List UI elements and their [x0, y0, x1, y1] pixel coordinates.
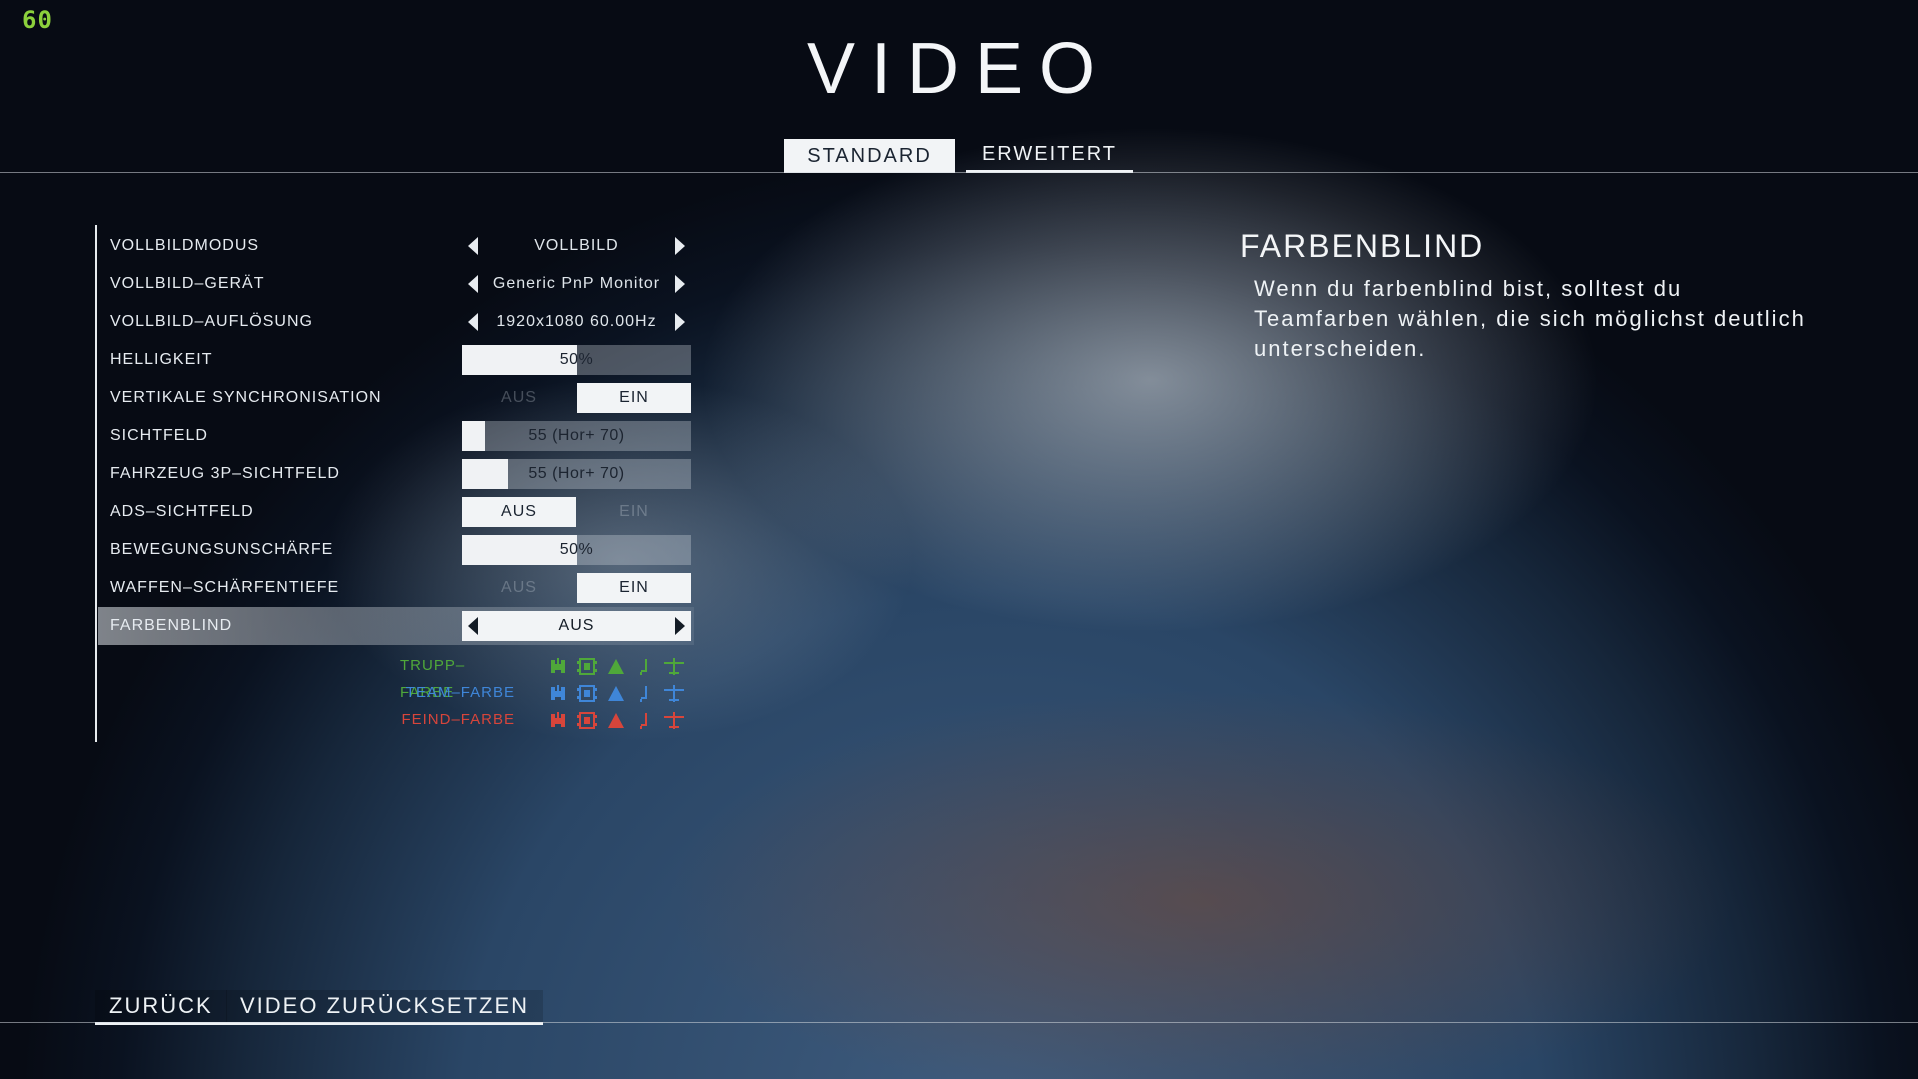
setting-vsync[interactable]: VERTIKALE SYNCHRONISATION AUS EIN: [98, 379, 694, 417]
infantry-icon: [608, 712, 624, 728]
selector-value: VOLLBILD: [534, 237, 619, 254]
toggle-option-aus[interactable]: AUS: [462, 573, 576, 603]
tab-erweitert[interactable]: ERWEITERT: [966, 139, 1133, 173]
setting-brightness[interactable]: HELLIGKEIT 50%: [98, 341, 694, 379]
arrow-left-icon[interactable]: [468, 617, 478, 635]
slider-track[interactable]: 50%: [462, 535, 691, 565]
setting-label: BEWEGUNGSUNSCHÄRFE: [110, 541, 334, 558]
setting-colorblind[interactable]: FARBENBLIND AUS: [98, 607, 694, 645]
plane-icon: [664, 711, 684, 729]
arrow-right-icon[interactable]: [675, 275, 685, 293]
fov-slider[interactable]: 55 (Hor+ 70): [462, 421, 691, 451]
tank-icon: [551, 711, 565, 727]
horse-icon: [640, 712, 647, 729]
setting-fullscreen-device[interactable]: VOLLBILD–GERÄT Generic PnP Monitor: [98, 265, 694, 303]
setting-label: HELLIGKEIT: [110, 351, 213, 368]
horse-icon: [640, 685, 647, 702]
setting-label: VOLLBILD–AUFLÖSUNG: [110, 313, 313, 330]
unit-icons: [548, 711, 684, 729]
toggle-option-ein[interactable]: EIN: [577, 497, 691, 527]
setting-vehicle-fov[interactable]: FAHRZEUG 3P–SICHTFELD 55 (Hor+ 70): [98, 455, 694, 493]
fullscreen-mode-selector[interactable]: VOLLBILD: [462, 231, 691, 261]
setting-label: FARBENBLIND: [110, 617, 233, 634]
setting-label: SICHTFELD: [110, 427, 208, 444]
arrow-left-icon[interactable]: [468, 275, 478, 293]
toggle-option-aus[interactable]: AUS: [462, 383, 576, 413]
setting-label: WAFFEN–SCHÄRFENTIEFE: [110, 579, 340, 596]
colorblind-selector[interactable]: AUS: [462, 611, 691, 641]
armored-car-icon: [577, 657, 597, 675]
resolution-selector[interactable]: 1920x1080 60.00Hz: [462, 307, 691, 337]
setting-fullscreen-mode[interactable]: VOLLBILDMODUS VOLLBILD: [98, 227, 694, 265]
weapon-dof-toggle[interactable]: AUS EIN: [462, 573, 691, 603]
back-button[interactable]: ZURÜCK: [95, 990, 227, 1025]
setting-label: ADS–SICHTFELD: [110, 503, 254, 520]
color-legend-label: TEAM–FARBE: [405, 684, 515, 701]
selector-value: Generic PnP Monitor: [492, 275, 661, 292]
setting-label: VOLLBILDMODUS: [110, 237, 260, 254]
unit-icons: [548, 657, 684, 675]
arrow-left-icon[interactable]: [468, 237, 478, 255]
setting-fullscreen-resolution[interactable]: VOLLBILD–AUFLÖSUNG 1920x1080 60.00Hz: [98, 303, 694, 341]
vsync-toggle[interactable]: AUS EIN: [462, 383, 691, 413]
footer-divider: [0, 1022, 1918, 1023]
plane-icon: [664, 657, 684, 675]
tank-icon: [551, 684, 565, 700]
help-description: Wenn du farbenblind bist, solltest du Te…: [1254, 276, 1806, 361]
infantry-icon: [608, 685, 624, 701]
toggle-option-ein[interactable]: EIN: [577, 573, 691, 603]
arrow-left-icon[interactable]: [468, 313, 478, 331]
toggle-group[interactable]: AUS EIN: [462, 573, 691, 603]
arrow-right-icon[interactable]: [675, 617, 685, 635]
horse-icon: [640, 658, 647, 675]
setting-motion-blur[interactable]: BEWEGUNGSUNSCHÄRFE 50%: [98, 531, 694, 569]
setting-label: VERTIKALE SYNCHRONISATION: [110, 389, 382, 406]
setting-ads-fov[interactable]: ADS–SICHTFELD AUS EIN: [98, 493, 694, 531]
slider-track[interactable]: 55 (Hor+ 70): [462, 421, 691, 451]
slider-value: 50%: [559, 351, 594, 368]
setting-label: VOLLBILD–GERÄT: [110, 275, 265, 292]
arrow-right-icon[interactable]: [675, 237, 685, 255]
armored-car-icon: [577, 711, 597, 729]
help-title: FARBENBLIND: [1240, 228, 1485, 264]
color-legend: TRUPP–FARBE TEAM–FARBE FEIND–FARBE: [400, 652, 700, 733]
tank-icon: [551, 657, 565, 673]
reset-video-button[interactable]: VIDEO ZURÜCKSETZEN: [226, 990, 544, 1025]
setting-fov[interactable]: SICHTFELD 55 (Hor+ 70): [98, 417, 694, 455]
toggle-group[interactable]: AUS EIN: [462, 383, 691, 413]
armored-car-icon: [577, 684, 597, 702]
color-legend-row-squad: TRUPP–FARBE: [400, 652, 700, 701]
slider-value: 55 (Hor+ 70): [528, 465, 625, 482]
color-legend-label: FEIND–FARBE: [401, 711, 515, 728]
slider-track[interactable]: 55 (Hor+ 70): [462, 459, 691, 489]
toggle-group[interactable]: AUS EIN: [462, 497, 691, 527]
color-legend-row-enemy: FEIND–FARBE: [400, 706, 700, 733]
unit-icons: [548, 684, 684, 702]
slider-value: 50%: [559, 541, 594, 558]
setting-label: FAHRZEUG 3P–SICHTFELD: [110, 465, 340, 482]
toggle-option-ein[interactable]: EIN: [577, 383, 691, 413]
plane-icon: [664, 684, 684, 702]
selector-value: 1920x1080 60.00Hz: [496, 313, 657, 330]
arrow-right-icon[interactable]: [675, 313, 685, 331]
slider-value: 55 (Hor+ 70): [528, 427, 625, 444]
tab-standard[interactable]: STANDARD: [784, 139, 955, 173]
toggle-option-aus[interactable]: AUS: [462, 497, 576, 527]
page-title: VIDEO: [806, 29, 1112, 109]
header-divider: [0, 172, 1918, 173]
settings-list: VOLLBILDMODUS VOLLBILD VOLLBILD–GERÄT Ge…: [98, 227, 694, 645]
selector-value: AUS: [558, 617, 595, 634]
vehicle-fov-slider[interactable]: 55 (Hor+ 70): [462, 459, 691, 489]
settings-list-rail: [95, 225, 97, 742]
color-legend-row-team: TEAM–FARBE: [400, 679, 700, 706]
color-legend-label: TRUPP–FARBE: [400, 657, 466, 701]
infantry-icon: [608, 658, 624, 674]
setting-weapon-dof[interactable]: WAFFEN–SCHÄRFENTIEFE AUS EIN: [98, 569, 694, 607]
ads-fov-toggle[interactable]: AUS EIN: [462, 497, 691, 527]
fullscreen-device-selector[interactable]: Generic PnP Monitor: [462, 269, 691, 299]
motion-blur-slider[interactable]: 50%: [462, 535, 691, 565]
brightness-slider[interactable]: 50%: [462, 345, 691, 375]
slider-track[interactable]: 50%: [462, 345, 691, 375]
